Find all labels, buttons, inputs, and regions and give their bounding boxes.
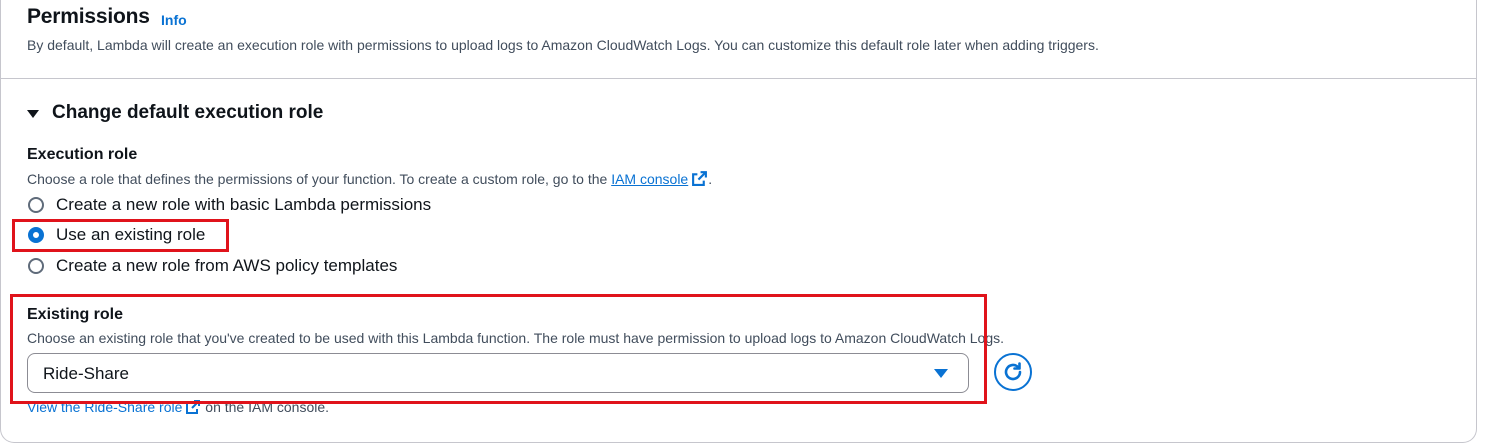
info-link[interactable]: Info: [161, 12, 187, 28]
radio-option-policy-templates[interactable]: Create a new role from AWS policy templa…: [28, 256, 397, 276]
highlight-box-existing-role: [10, 294, 987, 404]
refresh-button[interactable]: [994, 353, 1032, 391]
highlight-box-radio: [12, 219, 229, 252]
change-role-expander[interactable]: Change default execution role: [27, 102, 323, 124]
radio-button[interactable]: [28, 258, 44, 274]
refresh-icon: [1004, 362, 1022, 381]
section-title: Permissions: [27, 5, 150, 28]
execution-role-label: Execution role: [27, 146, 138, 163]
external-link-icon[interactable]: [691, 170, 708, 187]
divider: [1, 78, 1477, 79]
radio-label: Create a new role from AWS policy templa…: [56, 256, 398, 275]
radio-label: Create a new role with basic Lambda perm…: [56, 195, 432, 214]
radio-option-create-basic[interactable]: Create a new role with basic Lambda perm…: [28, 195, 431, 215]
execution-role-description: Choose a role that defines the permissio…: [27, 170, 713, 187]
radio-button[interactable]: [28, 197, 44, 213]
section-description: By default, Lambda will create an execut…: [27, 37, 1099, 53]
expander-label: Change default execution role: [52, 102, 324, 123]
caret-down-icon: [27, 109, 39, 118]
iam-console-link[interactable]: IAM console: [611, 171, 688, 187]
